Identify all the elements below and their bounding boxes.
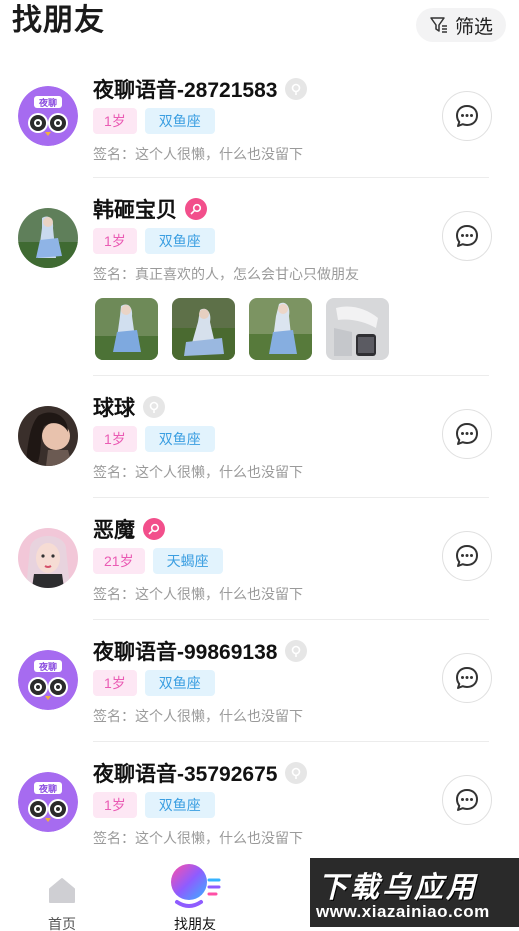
tab-friends-label: 找朋友 <box>174 916 216 931</box>
constellation-tag: 天蝎座 <box>152 548 223 574</box>
chat-bubble-icon <box>456 789 478 811</box>
page-title: 找朋友 <box>12 4 105 37</box>
chat-bubble-icon <box>456 545 478 567</box>
age-tag: 21岁 <box>93 548 145 574</box>
avatar-photo <box>18 406 78 466</box>
avatar[interactable] <box>18 528 78 588</box>
avatar-text: 夜聊 <box>38 661 57 673</box>
list-item[interactable]: 球球 1岁 双鱼座 签名：这个人很懒，什么也没留下 <box>0 376 519 498</box>
user-name: 夜聊语音-35792675 <box>93 763 278 786</box>
watermark: 下载乌应用 www.xiazainiao.com <box>310 858 519 927</box>
avatar-photo <box>18 208 78 268</box>
home-icon <box>49 878 75 903</box>
constellation-tag: 双鱼座 <box>144 228 215 254</box>
avatar-text: 夜聊 <box>38 97 57 109</box>
age-tag: 1岁 <box>93 426 137 452</box>
constellation-tag: 双鱼座 <box>144 426 215 452</box>
avatar-photo <box>18 528 78 588</box>
signature: 签名：真正喜欢的人，怎么会甘心只做朋友 <box>93 266 359 282</box>
gender-neutral-icon <box>285 78 308 100</box>
list-item[interactable]: 恶魔 21岁 天蝎座 签名：这个人很懒，什么也没留下 <box>0 498 519 620</box>
gender-female-icon <box>185 198 207 220</box>
filter-icon <box>430 17 447 33</box>
user-name: 夜聊语音-28721583 <box>93 79 278 102</box>
filter-button[interactable]: 筛选 <box>416 8 506 42</box>
find-friends-icon <box>171 864 221 908</box>
user-name: 球球 <box>93 397 135 420</box>
chat-button[interactable] <box>442 211 492 261</box>
tab-home-label: 首页 <box>48 916 76 931</box>
signature: 签名：这个人很懒，什么也没留下 <box>93 830 303 846</box>
chat-button[interactable] <box>442 91 492 141</box>
avatar-text: 夜聊 <box>38 783 57 795</box>
user-name: 夜聊语音-99869138 <box>93 641 278 664</box>
owl-logo-icon: 夜聊 <box>18 650 78 710</box>
user-name: 恶魔 <box>93 519 135 542</box>
list-item[interactable]: 夜聊 夜聊语音-99869138 1岁 双鱼座 签名：这个人很懒，什么也没留下 <box>0 620 519 742</box>
age-tag: 1岁 <box>93 792 137 818</box>
signature: 签名：这个人很懒，什么也没留下 <box>93 586 303 602</box>
list-item[interactable]: 夜聊 夜聊语音-35792675 1岁 双鱼座 签名：这个人很懒，什么也没留下 <box>0 742 519 852</box>
constellation-tag: 双鱼座 <box>144 670 215 696</box>
header: 找朋友 筛选 <box>0 0 519 50</box>
user-name: 韩砸宝贝 <box>93 199 177 222</box>
chat-button[interactable] <box>442 531 492 581</box>
gallery-photo[interactable] <box>249 298 312 360</box>
filter-label: 筛选 <box>454 16 493 38</box>
chat-bubble-icon <box>456 667 478 689</box>
age-tag: 1岁 <box>93 228 137 254</box>
avatar[interactable]: 夜聊 <box>18 772 78 832</box>
gallery-photo[interactable] <box>95 298 158 360</box>
gender-neutral-icon <box>285 762 308 784</box>
gallery-photo[interactable] <box>326 298 389 360</box>
chat-button[interactable] <box>442 409 492 459</box>
signature: 签名：这个人很懒，什么也没留下 <box>93 708 303 724</box>
list-item[interactable]: 夜聊 夜聊语音-28721583 1岁 双鱼座 签名：这个人很懒，什么也没留下 <box>0 58 519 178</box>
constellation-tag: 双鱼座 <box>144 792 215 818</box>
gender-female-icon <box>143 518 165 540</box>
avatar[interactable] <box>18 406 78 466</box>
gender-neutral-icon <box>143 396 165 418</box>
gallery-photo[interactable] <box>172 298 235 360</box>
age-tag: 1岁 <box>93 108 137 134</box>
list-item[interactable]: 韩砸宝贝 1岁 双鱼座 签名：真正喜欢的人，怎么会甘心只做朋友 <box>0 178 519 376</box>
chat-bubble-icon <box>456 423 478 445</box>
owl-logo-icon: 夜聊 <box>18 772 78 832</box>
owl-logo-icon: 夜聊 <box>18 86 78 146</box>
avatar[interactable]: 夜聊 <box>18 86 78 146</box>
gender-neutral-icon <box>285 640 308 662</box>
watermark-url: www.xiazainiao.com <box>316 902 490 921</box>
avatar[interactable]: 夜聊 <box>18 650 78 710</box>
avatar[interactable] <box>18 208 78 268</box>
chat-button[interactable] <box>442 653 492 703</box>
user-list: 夜聊 夜聊语音-28721583 1岁 双鱼座 签名：这个人很懒，什么也没留下 <box>0 58 519 852</box>
chat-button[interactable] <box>442 775 492 825</box>
signature: 签名：这个人很懒，什么也没留下 <box>93 464 303 480</box>
watermark-title: 下载乌应用 <box>318 872 479 904</box>
photo-gallery <box>95 298 389 360</box>
signature: 签名：这个人很懒，什么也没留下 <box>93 146 303 162</box>
chat-bubble-icon <box>456 105 478 127</box>
constellation-tag: 双鱼座 <box>144 108 215 134</box>
age-tag: 1岁 <box>93 670 137 696</box>
chat-bubble-icon <box>456 225 478 247</box>
